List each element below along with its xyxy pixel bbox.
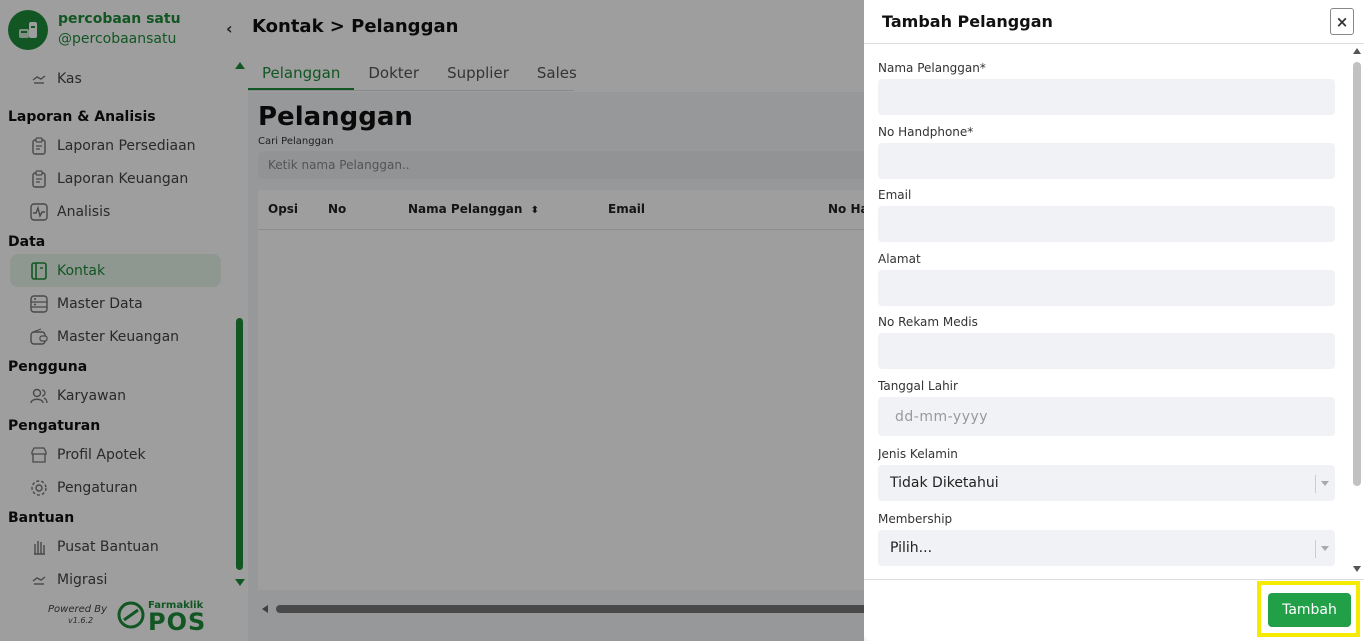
add-customer-form: Nama Pelanggan* No Handphone* Email Alam… [878, 44, 1340, 578]
label-membership: Membership [878, 512, 953, 526]
label-email: Email [878, 188, 912, 202]
label-alamat: Alamat [878, 252, 921, 266]
add-customer-drawer: Tambah Pelanggan × Nama Pelanggan* No Ha… [864, 0, 1364, 641]
select-value: Tidak Diketahui [890, 475, 999, 491]
select-separator [1315, 540, 1316, 558]
drawer-title: Tambah Pelanggan [882, 12, 1053, 31]
label-tanggal-lahir: Tanggal Lahir [878, 379, 958, 393]
select-separator [1315, 475, 1316, 493]
nama-pelanggan-input[interactable] [878, 79, 1335, 115]
no-handphone-input[interactable] [878, 143, 1335, 179]
scroll-down-arrow-icon[interactable] [1353, 566, 1361, 572]
scroll-up-arrow-icon[interactable] [1353, 48, 1361, 54]
chevron-down-icon[interactable] [1321, 546, 1329, 551]
label-no-handphone: No Handphone* [878, 125, 974, 139]
label-nama-pelanggan: Nama Pelanggan* [878, 61, 986, 75]
select-value: Pilih... [890, 540, 933, 556]
no-rekam-medis-input[interactable] [878, 333, 1335, 369]
close-button[interactable]: × [1330, 8, 1354, 35]
email-input[interactable] [878, 206, 1335, 242]
form-scrollbar[interactable] [1351, 48, 1363, 576]
membership-select[interactable]: Pilih... [878, 530, 1335, 566]
label-jenis-kelamin: Jenis Kelamin [878, 447, 958, 461]
date-placeholder: dd-mm-yyyy [895, 408, 989, 425]
chevron-down-icon[interactable] [1321, 481, 1329, 486]
label-no-rekam-medis: No Rekam Medis [878, 315, 978, 329]
tambah-button[interactable]: Tambah [1268, 593, 1351, 627]
modal-backdrop[interactable] [0, 0, 864, 641]
alamat-input[interactable] [878, 270, 1335, 306]
divider [864, 579, 1364, 580]
tanggal-lahir-input[interactable]: dd-mm-yyyy [878, 397, 1335, 436]
close-icon: × [1335, 12, 1349, 31]
jenis-kelamin-select[interactable]: Tidak Diketahui [878, 465, 1335, 501]
form-scroll-thumb[interactable] [1353, 62, 1361, 486]
